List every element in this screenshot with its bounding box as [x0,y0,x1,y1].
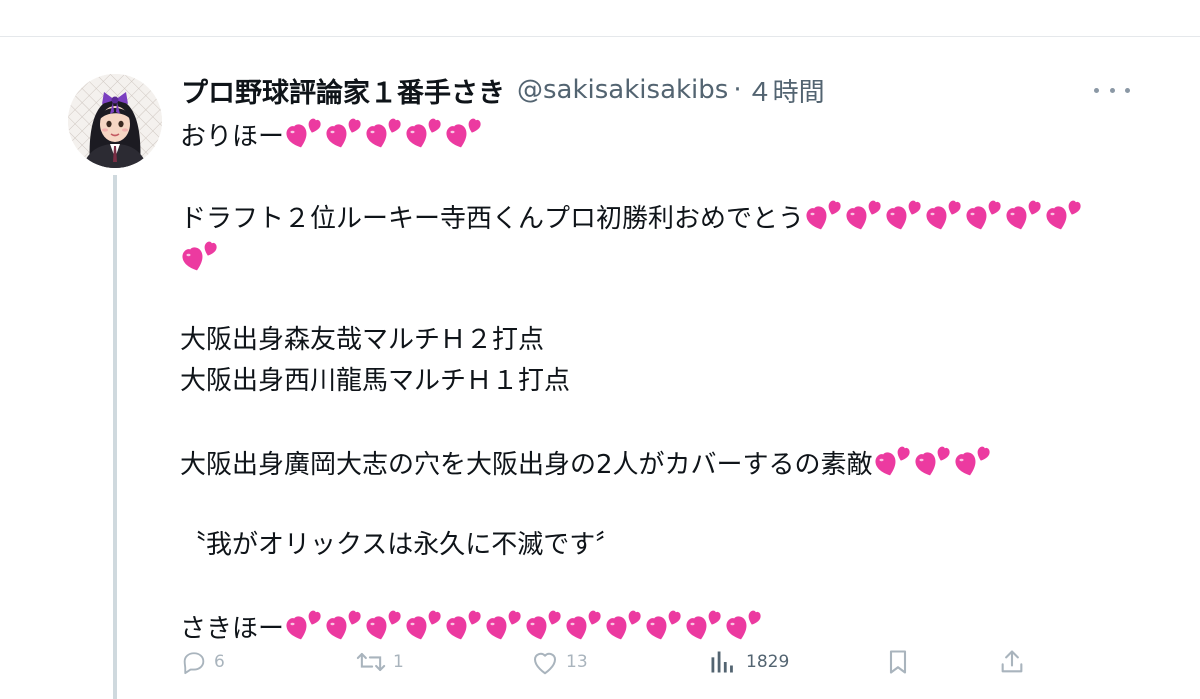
tweet-line-text: 〝我がオリックスは永久に不滅です〞 [180,530,622,560]
two-hearts-icon [646,610,681,640]
two-hearts-icon [446,610,481,640]
two-hearts-icon [686,610,721,640]
emoji-group [804,197,1084,231]
two-hearts-icon [806,200,841,230]
tweet-header: プロ野球評論家１番手さき @sakisakisakibs · ４時間 [181,70,825,110]
two-hearts-icon [875,446,910,476]
more-dot-icon [1125,87,1130,93]
two-hearts-icon [326,118,361,148]
two-hearts-icon [406,610,441,640]
two-hearts-icon [606,610,641,640]
views-count: 1829 [746,652,790,672]
tweet-line-text: 大阪出身森友哉マルチＨ２打点 [180,325,545,355]
like-button[interactable]: 13 [530,648,588,676]
two-hearts-icon [366,610,401,640]
views-chart-icon [711,651,733,673]
two-hearts-icon [182,241,217,271]
like-icon [534,652,556,675]
two-hearts-icon [526,610,561,640]
emoji-group [284,115,484,149]
two-hearts-icon [915,446,950,476]
two-hearts-icon [726,610,761,640]
thread-line [113,175,117,699]
emoji-group [284,607,764,641]
separator-dot: · [733,75,742,105]
tweet-line: 〝我がオリックスは永久に不滅です〞 [180,525,1140,566]
two-hearts-icon [486,610,521,640]
two-hearts-icon [1006,200,1041,230]
two-hearts-icon [1046,200,1081,230]
bookmark-button[interactable] [885,648,911,676]
tweet-line: おりほー [180,115,1140,156]
like-count: 13 [566,652,588,672]
avatar-illustration [68,74,162,168]
two-hearts-icon [446,118,481,148]
two-hearts-icon [366,118,401,148]
action-bar: 6 1 13 1829 [0,648,1200,682]
tweet-line-text: ドラフト２位ルーキー寺西くんプロ初勝利おめでとう [180,204,805,234]
tweet-text: おりほードラフト２位ルーキー寺西くんプロ初勝利おめでとう 大阪出身森友哉マルチＨ２… [180,115,1140,648]
reply-icon [183,652,205,675]
reply-button[interactable]: 6 [180,648,225,676]
two-hearts-icon [286,118,321,148]
more-options-button[interactable] [1094,78,1130,102]
display-name[interactable]: プロ野球評論家１番手さき [181,71,505,110]
retweet-button[interactable]: 1 [355,648,404,676]
tweet-line: 大阪出身森友哉マルチＨ２打点 [180,320,1140,361]
reply-count: 6 [214,652,225,672]
emoji-group [180,238,220,272]
two-hearts-icon [886,200,921,230]
tweet-line: さきほー [180,607,1140,648]
tweet-line-text: 大阪出身廣岡大志の穴を大阪出身の2人がカバーするの素敵 [180,450,873,480]
tweet-line-text: おりほー [180,122,285,152]
two-hearts-icon [955,446,990,476]
two-hearts-icon [566,610,601,640]
two-hearts-icon [326,610,361,640]
handle[interactable]: @sakisakisakibs [517,75,728,105]
tweet-line: 大阪出身西川龍馬マルチＨ１打点 [180,361,1140,402]
views-button[interactable]: 1829 [708,648,789,676]
emoji-group [873,443,993,477]
more-dot-icon [1109,87,1115,93]
share-icon [1001,650,1023,673]
more-dot-icon [1094,87,1099,93]
two-hearts-icon [406,118,441,148]
bookmark-icon [889,650,907,674]
two-hearts-icon [846,200,881,230]
tweet-line: ドラフト２位ルーキー寺西くんプロ初勝利おめでとう [180,197,1140,238]
tweet-line-text: さきほー [180,614,285,644]
two-hearts-icon [926,200,961,230]
tweet-line-text: 大阪出身西川龍馬マルチＨ１打点 [180,366,571,396]
share-button[interactable] [998,648,1026,676]
two-hearts-icon [286,610,321,640]
two-hearts-icon [966,200,1001,230]
tweet-line [180,238,1140,279]
tweet-line: 大阪出身廣岡大志の穴を大阪出身の2人がカバーするの素敵 [180,443,1140,484]
retweet-count: 1 [393,652,404,672]
avatar[interactable] [68,74,162,168]
retweet-icon [356,652,386,672]
timestamp[interactable]: ４時間 [747,72,825,109]
top-divider [0,36,1200,37]
